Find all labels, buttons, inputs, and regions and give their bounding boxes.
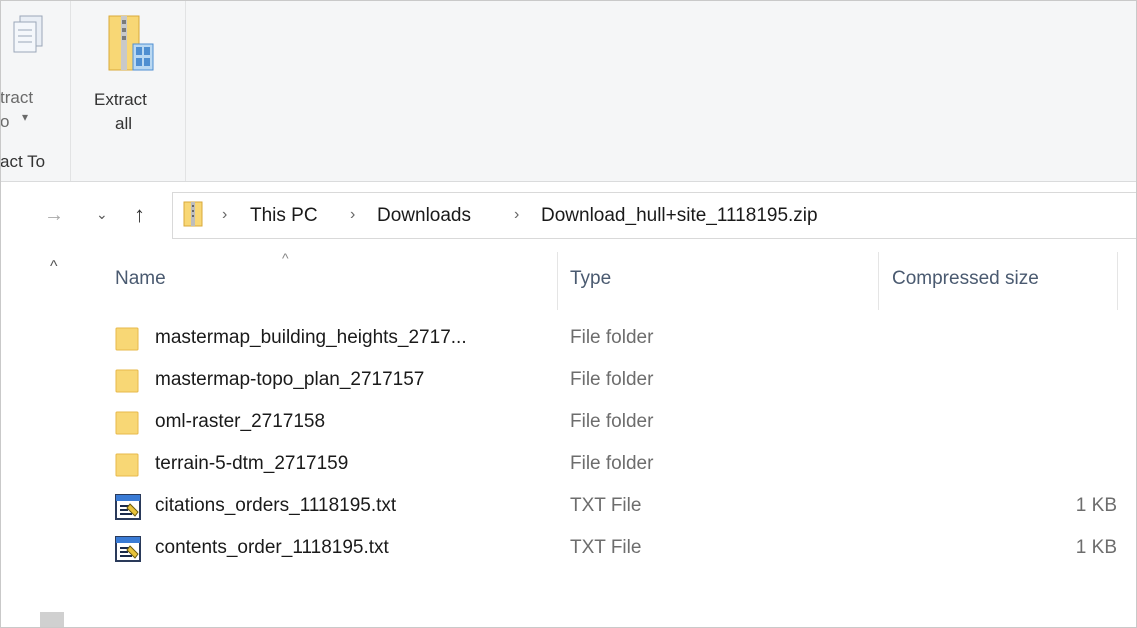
scrollbar-thumb[interactable] [40,612,64,628]
text-file-icon [115,494,143,527]
file-type: File folder [570,411,654,432]
extract-all-label-2: all [115,114,133,133]
file-row[interactable]: mastermap-topo_plan_2717157 File folder [100,360,1137,402]
zip-breadcrumb-icon [183,201,203,227]
breadcrumb-separator-icon: › [514,206,520,223]
sort-ascending-icon: ^ [282,250,289,266]
file-row[interactable]: citations_orders_1118195.txt TXT File 1 KB [100,486,1137,528]
file-name: terrain-5-dtm_2717159 [155,453,349,474]
file-name: mastermap_building_heights_2717... [155,327,467,348]
file-type: TXT File [570,537,642,558]
column-header-compressed-size[interactable]: Compressed size [892,268,1039,290]
file-type: File folder [570,453,654,474]
column-divider[interactable] [878,252,879,310]
column-divider[interactable] [1117,252,1118,310]
ribbon-divider [70,0,71,181]
extract-to-group-label: act To [0,152,46,171]
extract-to-label-2: o [0,112,10,131]
folder-icon [115,452,141,483]
column-header-type[interactable]: Type [570,268,611,290]
breadcrumb-separator-icon: › [222,206,228,223]
breadcrumb-zip-file[interactable]: Download_hull+site_1118195.zip [541,205,818,227]
extract-to-label-1: tract [0,88,34,107]
file-type: TXT File [570,495,642,516]
file-name: contents_order_1118195.txt [155,537,389,558]
file-name: mastermap-topo_plan_2717157 [155,369,425,390]
file-row[interactable]: contents_order_1118195.txt TXT File 1 KB [100,528,1137,570]
breadcrumb-this-pc[interactable]: This PC [250,205,318,227]
extract-to-group[interactable]: tract o ▾ act To [0,0,70,181]
zip-folder-icon [108,15,154,71]
forward-arrow-icon[interactable]: → [44,204,64,227]
column-header-name[interactable]: Name [115,268,166,290]
folder-icon [115,410,141,441]
extract-all-label-1: Extract [94,90,147,109]
text-file-icon [115,536,143,569]
file-row[interactable]: oml-raster_2717158 File folder [100,402,1137,444]
ribbon-divider-2 [185,0,186,181]
file-type: File folder [570,327,654,348]
extract-to-dropdown-icon: ▾ [22,110,29,124]
extract-all-button[interactable]: Extract all [85,0,175,150]
recent-locations-chevron-icon[interactable]: ⌄ [96,206,108,223]
file-name: citations_orders_1118195.txt [155,495,397,516]
ribbon: tract o ▾ act To Extract all [0,0,1137,182]
scroll-up-icon[interactable]: ^ [50,258,58,276]
breadcrumb-separator-icon: › [350,206,356,223]
file-type: File folder [570,369,654,390]
up-arrow-icon[interactable]: ↑ [134,202,145,228]
folder-icon [115,368,141,399]
file-compressed-size: 1 KB [1075,495,1117,516]
file-name: oml-raster_2717158 [155,411,326,432]
file-row[interactable]: mastermap_building_heights_2717... File f… [100,318,1137,360]
folder-icon [115,326,141,357]
extract-to-icon [13,15,43,53]
breadcrumb-downloads[interactable]: Downloads [377,205,471,227]
file-row[interactable]: terrain-5-dtm_2717159 File folder [100,444,1137,486]
column-divider[interactable] [557,252,558,310]
navigation-pane-edge [38,248,80,628]
file-compressed-size: 1 KB [1075,537,1117,558]
